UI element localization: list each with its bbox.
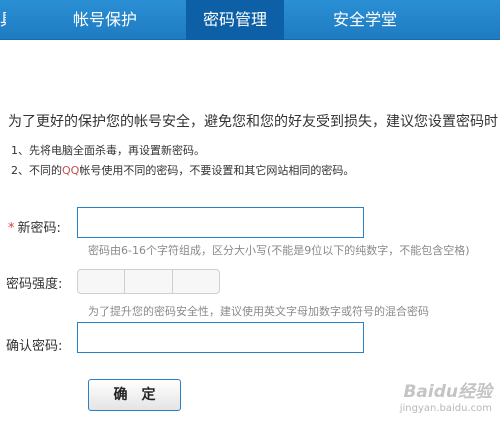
tab-tools[interactable]: 具 bbox=[0, 0, 6, 40]
required-mark: * bbox=[8, 221, 15, 236]
tab-account-protection[interactable]: 帐号保护 bbox=[40, 0, 170, 40]
new-password-label-text: 新密码: bbox=[17, 221, 61, 236]
top-nav-bar: 具 帐号保护 密码管理 安全学堂 bbox=[0, 0, 500, 40]
tab-password-management[interactable]: 密码管理 bbox=[186, 0, 284, 40]
tip-item-antivirus: 1、先将电脑全面杀毒，再设置新密码。 bbox=[11, 144, 205, 157]
strength-label: 密码强度: bbox=[6, 277, 63, 292]
watermark-url: jingyan.baidu.com bbox=[399, 403, 492, 414]
baidu-jingyan-watermark: Baidu经验 jingyan.baidu.com bbox=[400, 377, 492, 414]
new-password-label: * 新密码: bbox=[8, 217, 61, 236]
confirm-password-input[interactable] bbox=[77, 322, 364, 353]
tip-qq-highlight: QQ bbox=[62, 164, 80, 177]
watermark-logo: Baidu经验 bbox=[403, 382, 492, 402]
tip-suffix: 帐号使用不同的密码，不要设置和其它网站相同的密码。 bbox=[79, 164, 355, 177]
password-strength-meter bbox=[77, 269, 220, 294]
strength-hint: 为了提升您的密码安全性，建议使用英文字母加数字或符号的混合密码 bbox=[88, 305, 429, 318]
new-password-input[interactable] bbox=[77, 207, 364, 238]
tip-prefix: 2、不同的 bbox=[11, 164, 62, 177]
tab-security-school[interactable]: 安全学堂 bbox=[300, 0, 430, 40]
confirm-button[interactable]: 确定 bbox=[88, 379, 181, 411]
strength-segment-strong bbox=[173, 270, 219, 293]
confirm-password-label: 确认密码: bbox=[6, 339, 63, 354]
tip-item-unique-password: 2、不同的QQ帐号使用不同的密码，不要设置和其它网站相同的密码。 bbox=[11, 162, 354, 178]
strength-segment-medium bbox=[125, 270, 173, 293]
strength-segment-weak bbox=[78, 270, 126, 293]
new-password-hint: 密码由6-16个字符组成，区分大小写(不能是9位以下的纯数字，不能包含空格) bbox=[88, 244, 470, 257]
intro-text: 为了更好的保护您的帐号安全，避免您和您的好友受到损失，建议您设置密码时： bbox=[8, 114, 500, 130]
